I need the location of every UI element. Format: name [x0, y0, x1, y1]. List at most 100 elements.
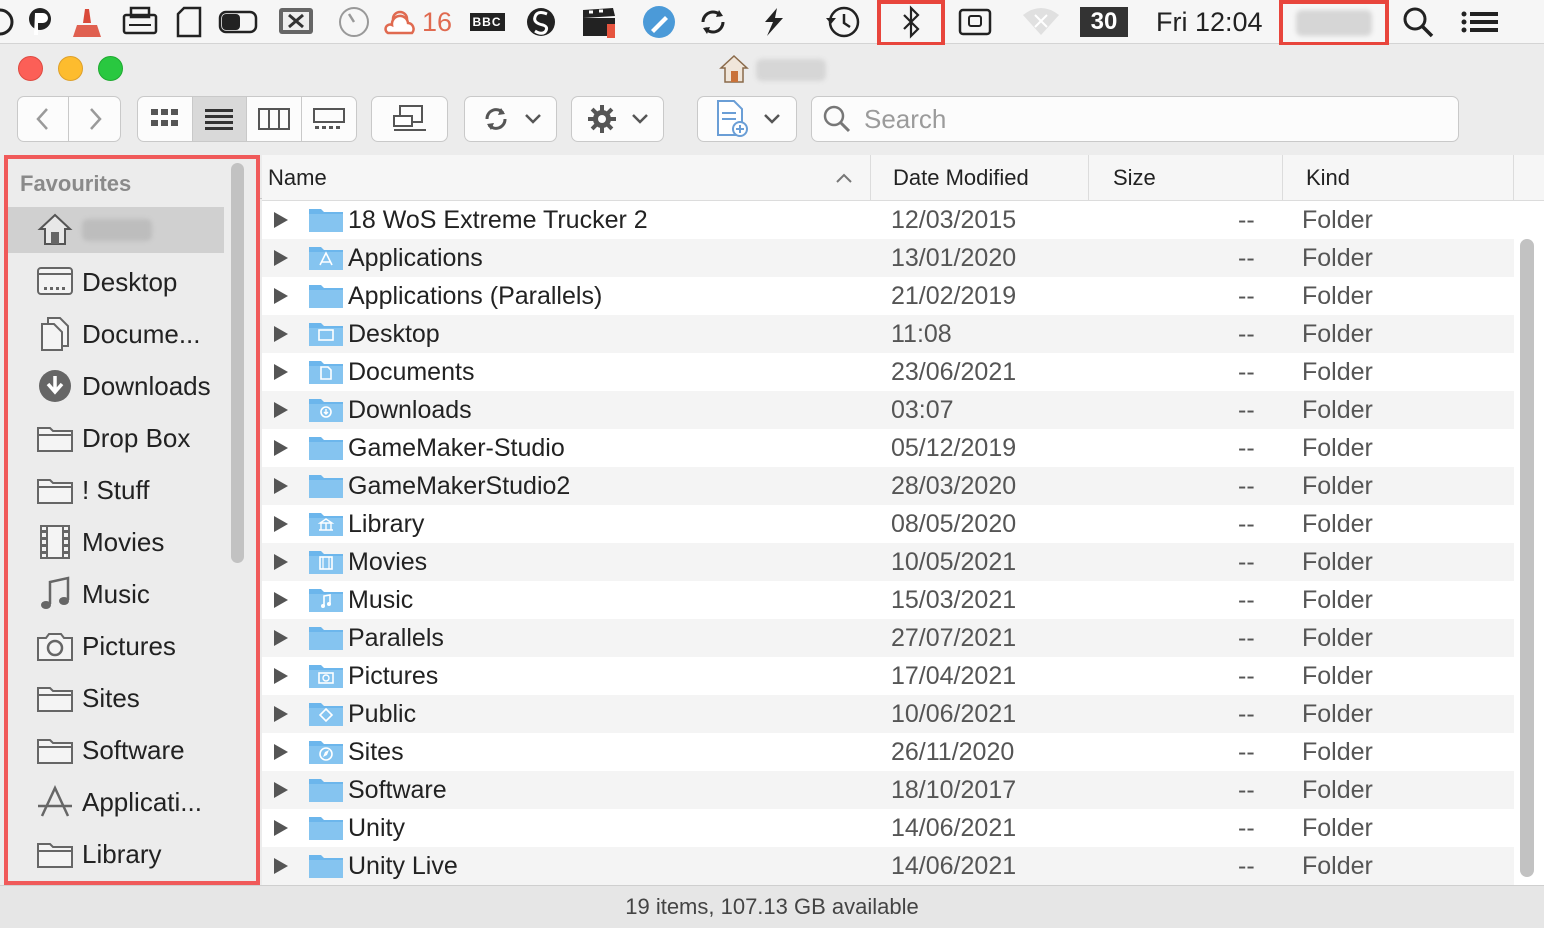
row-size: -- — [1238, 547, 1255, 576]
disclosure-triangle-icon[interactable] — [274, 554, 288, 570]
back-button[interactable] — [18, 97, 70, 141]
table-row[interactable]: Downloads 03:07 -- Folder — [262, 391, 1514, 429]
disclosure-triangle-icon[interactable] — [274, 782, 288, 798]
forward-button[interactable] — [69, 97, 120, 141]
calendar-day: 30 — [1080, 7, 1128, 37]
table-row[interactable]: Applications (Parallels) 21/02/2019 -- Fold… — [262, 277, 1514, 315]
disclosure-triangle-icon[interactable] — [274, 668, 288, 684]
list-view-button[interactable] — [192, 97, 247, 141]
table-row[interactable]: Applications 13/01/2020 -- Folder — [262, 239, 1514, 277]
close-button[interactable] — [18, 56, 43, 81]
disclosure-triangle-icon[interactable] — [274, 402, 288, 418]
icon-view-button[interactable] — [138, 97, 193, 141]
row-date-modified: 18/10/2017 — [891, 775, 1017, 804]
clock[interactable]: Fri 12:04 — [1156, 0, 1263, 44]
disclosure-triangle-icon[interactable] — [274, 212, 288, 228]
disclosure-triangle-icon[interactable] — [274, 820, 288, 836]
disclosure-triangle-icon[interactable] — [274, 478, 288, 494]
column-header-kind[interactable]: Kind — [1283, 155, 1514, 201]
table-row[interactable]: Documents 23/06/2021 -- Folder — [262, 353, 1514, 391]
row-size: -- — [1238, 737, 1255, 766]
row-name: Documents — [348, 357, 475, 386]
table-row[interactable]: Library 08/05/2020 -- Folder — [262, 505, 1514, 543]
table-row[interactable]: Software 18/10/2017 -- Folder — [262, 771, 1514, 809]
spotlight-icon[interactable] — [1398, 3, 1438, 41]
disclosure-triangle-icon[interactable] — [274, 440, 288, 456]
row-name: Parallels — [348, 623, 444, 652]
disclosure-triangle-icon[interactable] — [274, 364, 288, 380]
table-row[interactable]: Desktop 11:08 -- Folder — [262, 315, 1514, 353]
sync-icon[interactable] — [694, 3, 732, 41]
disclosure-triangle-icon[interactable] — [274, 630, 288, 646]
search-input[interactable] — [864, 103, 1424, 135]
table-row[interactable]: Sites 26/11/2020 -- Folder — [262, 733, 1514, 771]
table-row[interactable]: Unity 14/06/2021 -- Folder — [262, 809, 1514, 847]
user-name[interactable] — [1296, 10, 1372, 36]
dial-icon[interactable] — [336, 3, 372, 41]
table-row[interactable]: Parallels 27/07/2021 -- Folder — [262, 619, 1514, 657]
document-icon[interactable] — [172, 3, 206, 41]
group-button[interactable] — [371, 96, 448, 142]
chevron-left-icon — [36, 108, 48, 130]
nav-buttons — [17, 96, 121, 142]
column-header-name[interactable]: Name — [262, 155, 871, 201]
edge-icon[interactable] — [0, 3, 14, 41]
table-row[interactable]: Music 15/03/2021 -- Folder — [262, 581, 1514, 619]
blue-pen-icon[interactable] — [640, 3, 678, 41]
broom-icon[interactable] — [70, 3, 104, 41]
table-row[interactable]: GameMaker-Studio 05/12/2019 -- Folder — [262, 429, 1514, 467]
chevron-right-icon — [89, 108, 102, 130]
list-scrollbar[interactable] — [1520, 239, 1534, 877]
row-kind: Folder — [1302, 205, 1373, 234]
zoom-button[interactable] — [98, 56, 123, 81]
table-row[interactable]: GameMakerStudio2 28/03/2020 -- Folder — [262, 467, 1514, 505]
keyboard-icon[interactable] — [956, 3, 994, 41]
disclosure-triangle-icon[interactable] — [274, 250, 288, 266]
table-row[interactable]: Unity Live 14/06/2021 -- Folder — [262, 847, 1514, 885]
disclosure-triangle-icon[interactable] — [274, 858, 288, 874]
row-name: Desktop — [348, 319, 440, 348]
disclosure-triangle-icon[interactable] — [274, 288, 288, 304]
toggle-icon[interactable] — [218, 3, 258, 41]
column-view-button[interactable] — [247, 97, 302, 141]
gallery-view-button[interactable] — [302, 97, 357, 141]
row-name: Downloads — [348, 395, 472, 424]
window-title — [756, 59, 826, 81]
table-row[interactable]: Pictures 17/04/2021 -- Folder — [262, 657, 1514, 695]
table-row[interactable]: Movies 10/05/2021 -- Folder — [262, 543, 1514, 581]
row-size: -- — [1238, 471, 1255, 500]
column-header-date[interactable]: Date Modified — [871, 155, 1089, 201]
table-row[interactable]: Public 10/06/2021 -- Folder — [262, 695, 1514, 733]
bluetooth-icon[interactable] — [893, 3, 929, 41]
disclosure-triangle-icon[interactable] — [274, 592, 288, 608]
weather-temperature[interactable]: 16 — [422, 0, 452, 44]
row-name: 18 WoS Extreme Trucker 2 — [348, 205, 648, 234]
list-icon[interactable] — [1458, 3, 1502, 41]
disclosure-triangle-icon[interactable] — [274, 706, 288, 722]
scanner-icon[interactable] — [120, 3, 160, 41]
p-icon[interactable] — [24, 3, 56, 41]
disclosure-triangle-icon[interactable] — [274, 516, 288, 532]
calendar-icon[interactable]: 30 — [1080, 3, 1128, 41]
gesture-icon[interactable] — [756, 3, 792, 41]
column-header-size[interactable]: Size — [1089, 155, 1283, 201]
sync-menu-button[interactable] — [464, 96, 557, 142]
weather-icon[interactable] — [382, 3, 418, 41]
minimize-button[interactable] — [58, 56, 83, 81]
row-kind: Folder — [1302, 357, 1373, 386]
bbc-icon[interactable]: BBC — [468, 3, 506, 41]
row-date-modified: 05/12/2019 — [891, 433, 1017, 462]
row-name: Pictures — [348, 661, 439, 690]
search-field[interactable] — [811, 96, 1459, 142]
clapper-icon[interactable] — [578, 3, 622, 41]
action-menu-button[interactable] — [571, 96, 664, 142]
time-machine-icon[interactable] — [822, 3, 864, 41]
table-row[interactable]: 18 WoS Extreme Trucker 2 12/03/2015 -- Fold… — [262, 201, 1514, 239]
s-icon[interactable] — [524, 3, 558, 41]
disclosure-triangle-icon[interactable] — [274, 326, 288, 342]
wifi-icon[interactable] — [1020, 3, 1062, 41]
disclosure-triangle-icon[interactable] — [274, 744, 288, 760]
screen-x-icon[interactable] — [276, 3, 316, 41]
menu-bar: 16 BBC 30 Fri 12:04 — [0, 0, 1544, 46]
new-document-button[interactable] — [697, 96, 797, 142]
